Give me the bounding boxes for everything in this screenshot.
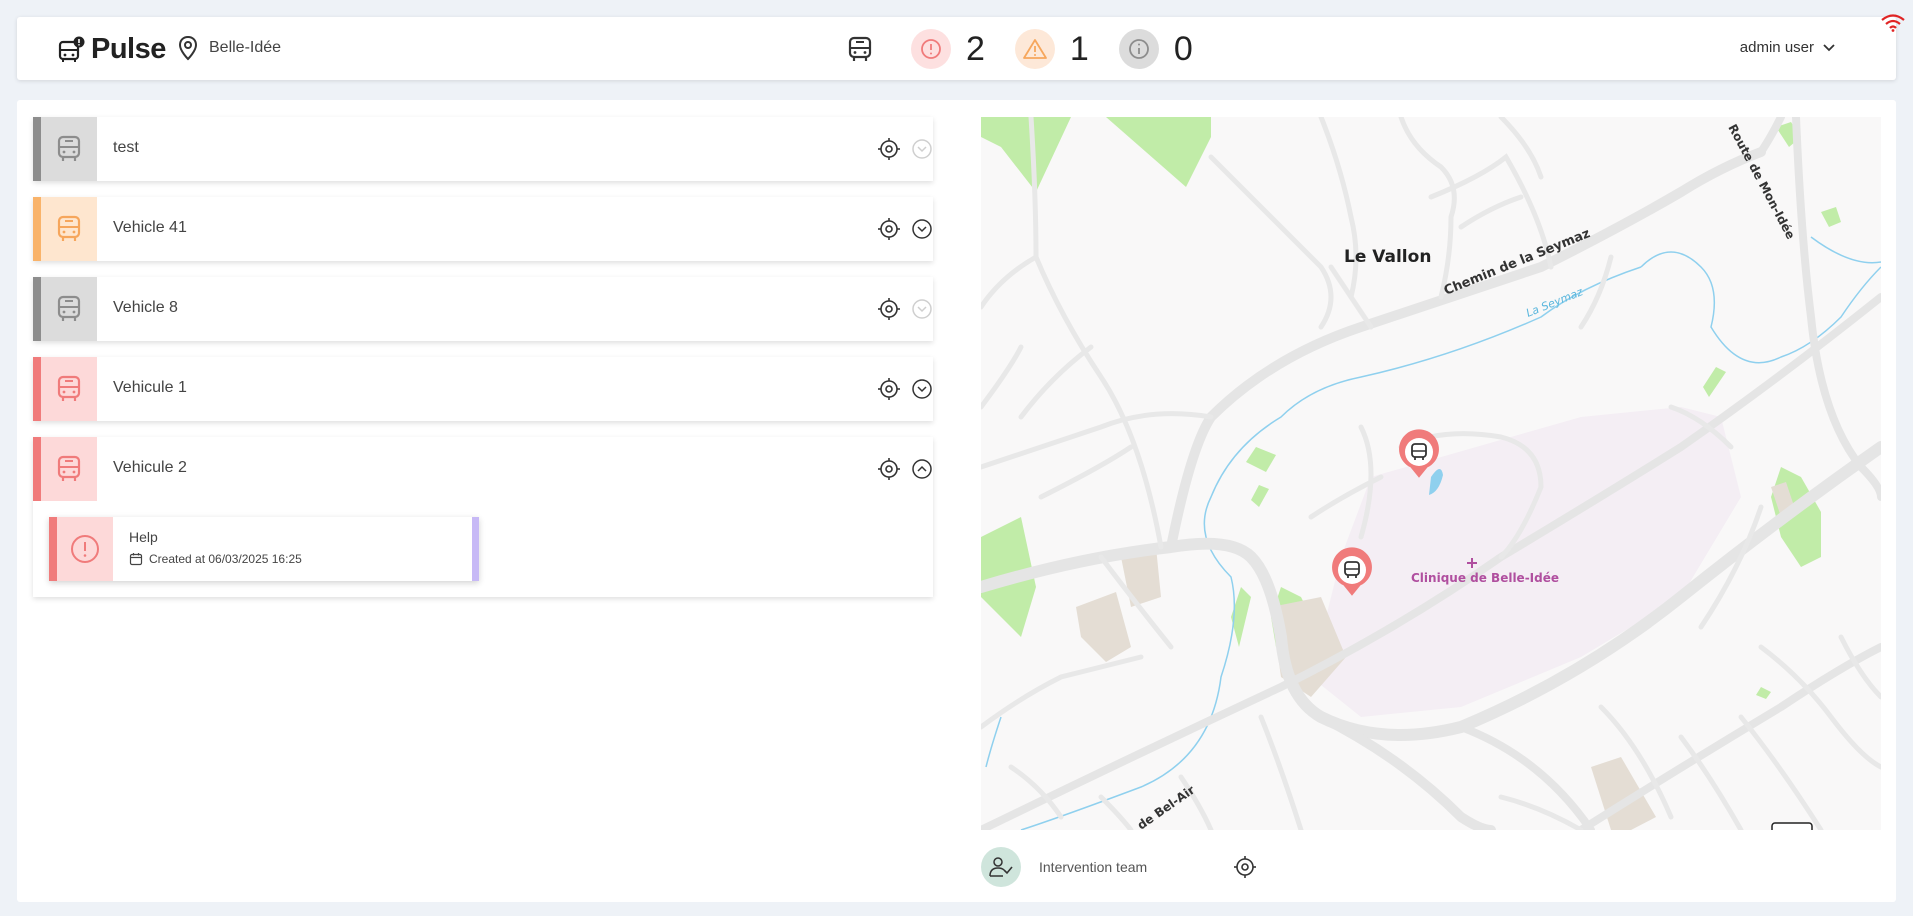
map-pin-icon: [178, 35, 198, 61]
alert-circle-icon: [921, 39, 941, 59]
alert-status-strip: [49, 517, 57, 581]
bus-icon: [57, 455, 81, 481]
alert-circle-icon: [71, 535, 99, 563]
chevron-down-circle-icon: [912, 299, 932, 319]
locate-target-icon[interactable]: [877, 457, 901, 481]
status-strip: [33, 117, 41, 181]
team-avatar: [981, 847, 1021, 887]
vehicle-row-vehicle-41[interactable]: Vehicle 41: [33, 197, 933, 261]
vehicle-row-test[interactable]: test: [33, 117, 933, 181]
status-strip: [33, 357, 41, 421]
info-count: 0: [1173, 29, 1193, 68]
alert-created-text: Created at 06/03/2025 16:25: [149, 552, 302, 566]
locate-target-icon[interactable]: [877, 297, 901, 321]
chevron-down-icon: [1823, 43, 1835, 51]
main-panel: test Vehicle 41 Vehicle 8 Vehicule 1 Veh…: [17, 100, 1896, 902]
alert-created: Created at 06/03/2025 16:25: [129, 552, 302, 566]
vehicle-icon-box: [41, 117, 97, 181]
vehicle-name: Vehicle 8: [113, 299, 178, 316]
locate-target-icon[interactable]: [877, 377, 901, 401]
user-check-icon: [989, 857, 1013, 877]
chevron-down-circle-icon[interactable]: [911, 218, 933, 240]
alert-priority-strip: [472, 517, 479, 581]
bus-icon: [57, 375, 81, 401]
warning-triangle-icon: [1023, 39, 1047, 59]
map-canvas[interactable]: Le Vallon Chemin de la Seymaz La Seymaz …: [981, 117, 1881, 830]
top-bar: Pulse Belle-Idée 2 1 0 admin user: [17, 17, 1896, 80]
critical-badge: [911, 29, 951, 69]
map-label-clinique: Clinique de Belle-Idée: [1411, 571, 1559, 585]
status-strip: [33, 437, 41, 501]
vehicle-icon-box: [41, 437, 97, 501]
chevron-up-circle-icon[interactable]: [911, 458, 933, 480]
vehicle-name: Vehicule 2: [113, 459, 187, 476]
chevron-down-circle-icon: [912, 139, 932, 159]
vehicle-row-vehicule-1[interactable]: Vehicule 1: [33, 357, 933, 421]
bus-icon: [57, 135, 81, 161]
site-selector[interactable]: Belle-Idée: [177, 35, 281, 61]
map-scale-marker: [1771, 822, 1813, 830]
vehicle-name: test: [113, 139, 139, 156]
vehicle-name: Vehicle 41: [113, 219, 187, 236]
status-counters: 2 1 0: [847, 27, 1223, 71]
bus-icon: [57, 215, 81, 241]
vehicle-icon-box: [41, 197, 97, 261]
status-strip: [33, 277, 41, 341]
vehicle-icon-box: [41, 357, 97, 421]
critical-counter[interactable]: 2: [911, 29, 985, 69]
map-label-chemin-seymaz: Chemin de la Seymaz: [1442, 226, 1593, 298]
user-menu[interactable]: admin user: [1740, 39, 1838, 56]
status-strip: [33, 197, 41, 261]
chevron-down-circle-icon[interactable]: [911, 378, 933, 400]
site-name: Belle-Idée: [209, 39, 282, 56]
map-view[interactable]: Le Vallon Chemin de la Seymaz La Seymaz …: [981, 117, 1881, 830]
locate-target-icon[interactable]: [1233, 855, 1257, 879]
alert-card[interactable]: Help Created at 06/03/2025 16:25: [49, 517, 479, 581]
alert-icon-box: [57, 517, 113, 581]
wifi-signal-icon: [1881, 14, 1905, 32]
warning-count: 1: [1069, 29, 1089, 68]
info-counter[interactable]: 0: [1118, 29, 1193, 69]
map-label-la-seymaz: La Seymaz: [1524, 285, 1585, 320]
warning-badge: [1014, 29, 1055, 69]
locate-target-icon[interactable]: [877, 217, 901, 241]
locate-target-icon[interactable]: [877, 137, 901, 161]
vehicle-icon-box: [41, 277, 97, 341]
bus-icon: [848, 36, 872, 61]
map-label-le-vallon: Le Vallon: [1344, 247, 1431, 267]
app-logo[interactable]: Pulse: [57, 33, 166, 66]
map-label-bel-air: de Bel-Air: [1135, 783, 1198, 830]
info-badge: [1118, 29, 1159, 69]
fleet-counter[interactable]: [847, 35, 873, 63]
app-name: Pulse: [91, 33, 166, 65]
critical-count: 2: [966, 29, 985, 68]
alert-title: Help: [129, 529, 158, 545]
calendar-icon: [129, 553, 143, 566]
info-circle-icon: [1128, 39, 1149, 59]
warning-counter[interactable]: 1: [1014, 29, 1089, 69]
bus-alert-logo-icon: [58, 36, 85, 62]
intervention-team-row[interactable]: Intervention team: [981, 846, 1281, 888]
team-label: Intervention team: [1039, 859, 1148, 875]
bus-icon: [57, 295, 81, 321]
vehicle-row-vehicle-8[interactable]: Vehicle 8: [33, 277, 933, 341]
user-name: admin user: [1739, 39, 1814, 56]
vehicle-name: Vehicule 1: [113, 379, 187, 396]
